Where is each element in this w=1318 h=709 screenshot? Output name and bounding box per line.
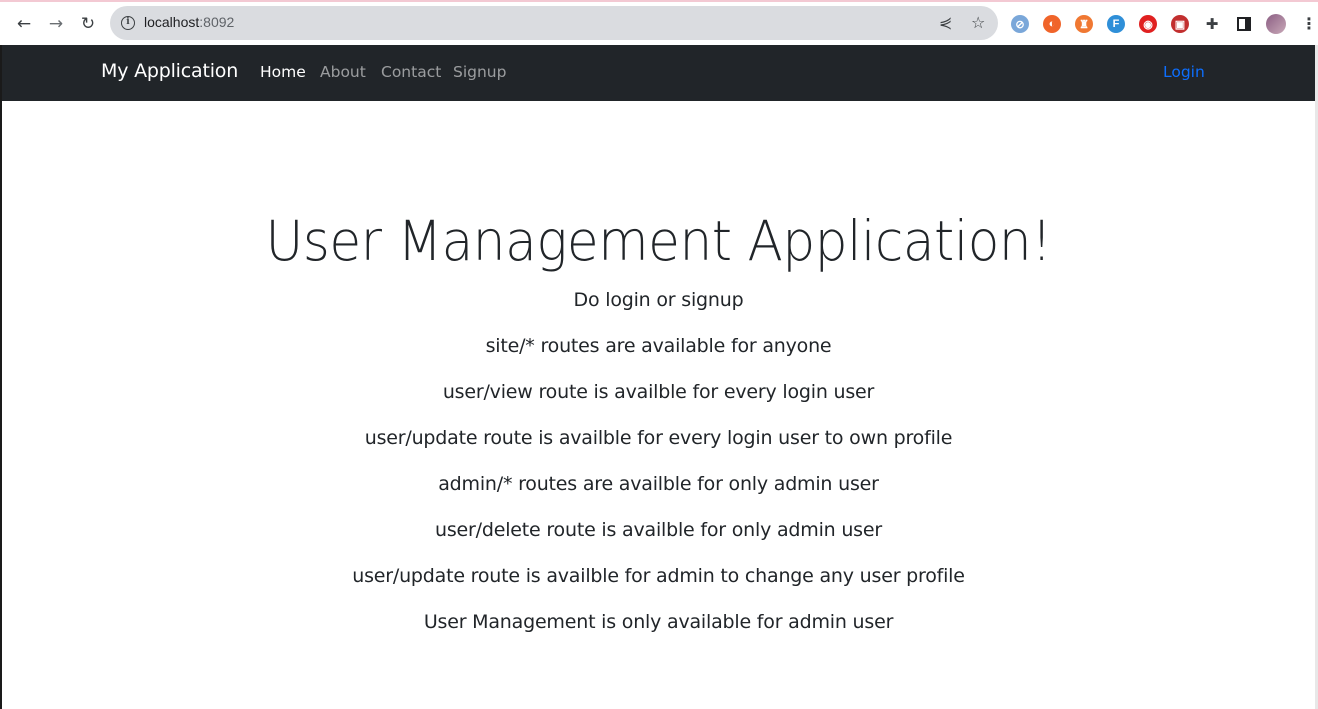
- extensions-puzzle-icon[interactable]: ✚: [1201, 13, 1223, 35]
- info-line: user/update route is availble for admin …: [352, 565, 965, 587]
- main-content: User Management Application! Do login or…: [2, 101, 1315, 709]
- info-line: site/* routes are available for anyone: [485, 335, 832, 357]
- extension-1-icon[interactable]: ⊘: [1011, 15, 1029, 33]
- info-line: user/update route is availble for every …: [364, 427, 953, 449]
- share-icon[interactable]: ⋞: [939, 13, 952, 33]
- extension-3-icon[interactable]: ♜: [1075, 15, 1093, 33]
- info-line: user/view route is availble for every lo…: [442, 381, 875, 403]
- side-panel-icon[interactable]: [1233, 13, 1255, 35]
- address-bar[interactable]: i localhost:8092 ⋞ ☆: [110, 6, 998, 40]
- nav-link-contact[interactable]: Contact: [381, 63, 441, 81]
- nav-link-home[interactable]: Home: [260, 63, 306, 81]
- nav-link-login[interactable]: Login: [1163, 63, 1205, 81]
- page-title: User Management Application!: [265, 209, 1052, 273]
- browser-toolbar: ← → ↻ i localhost:8092 ⋞ ☆ ⊘ ◐ ♜ F ◉ ▣ ✚ ⋮: [0, 0, 1318, 45]
- info-line: Do login or signup: [573, 289, 744, 311]
- reload-icon[interactable]: ↻: [77, 13, 99, 35]
- site-info-icon[interactable]: i: [121, 16, 135, 30]
- extension-2-icon[interactable]: ◐: [1043, 15, 1061, 33]
- nav-link-about[interactable]: About: [320, 63, 366, 81]
- navbar-brand[interactable]: My Application: [101, 60, 238, 82]
- info-line: User Management is only available for ad…: [423, 611, 894, 633]
- bookmark-star-icon[interactable]: ☆: [971, 13, 985, 33]
- extension-4-icon[interactable]: F: [1107, 15, 1125, 33]
- extension-6-icon[interactable]: ▣: [1171, 15, 1189, 33]
- url-text[interactable]: localhost:8092: [144, 14, 234, 30]
- browser-menu-icon[interactable]: ⋮: [1298, 13, 1318, 35]
- info-line: user/delete route is availble for only a…: [435, 519, 882, 541]
- forward-arrow-icon[interactable]: →: [45, 13, 67, 35]
- nav-link-signup[interactable]: Signup: [453, 63, 506, 81]
- back-arrow-icon[interactable]: ←: [13, 13, 35, 35]
- info-line: admin/* routes are availble for only adm…: [438, 473, 879, 495]
- app-navbar: My Application Home About Contact Signup…: [2, 45, 1315, 101]
- extension-5-icon[interactable]: ◉: [1139, 15, 1157, 33]
- profile-avatar[interactable]: [1265, 13, 1287, 35]
